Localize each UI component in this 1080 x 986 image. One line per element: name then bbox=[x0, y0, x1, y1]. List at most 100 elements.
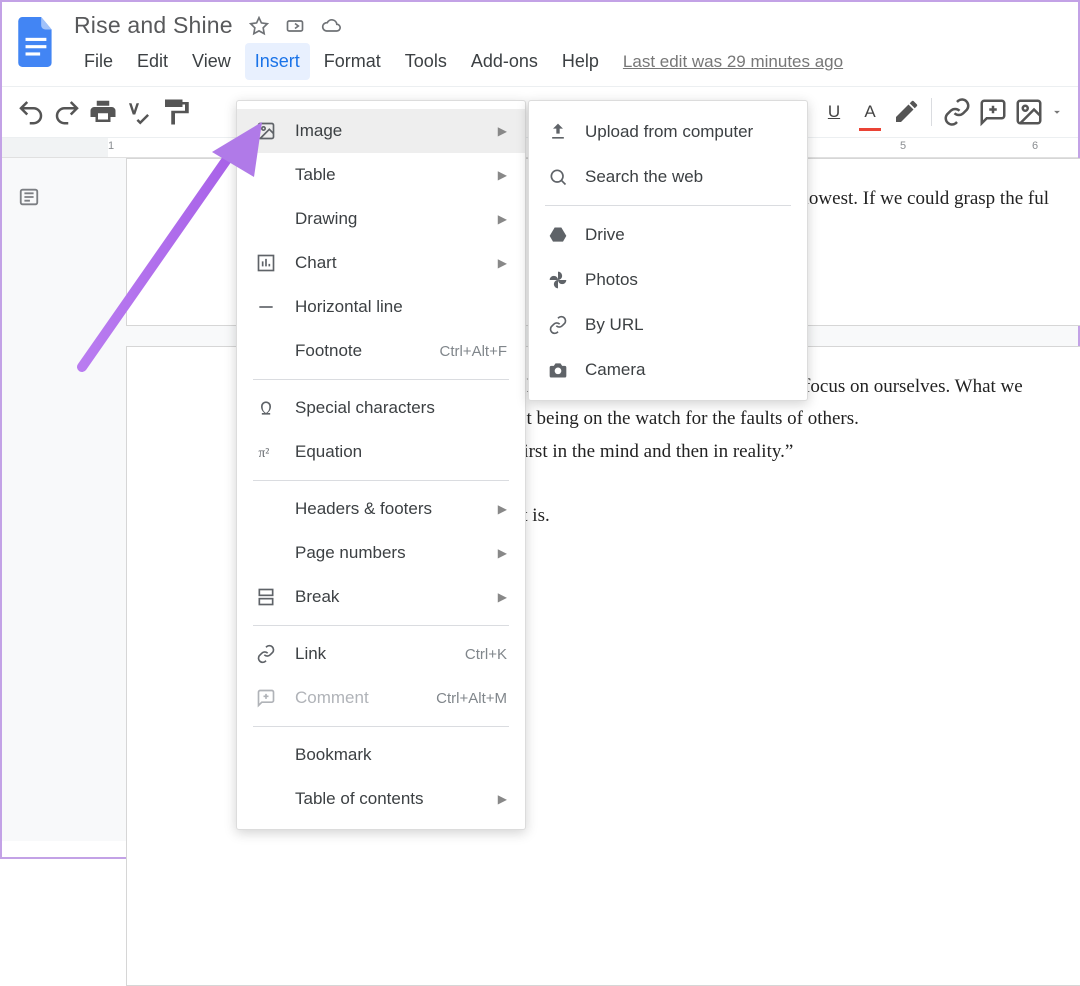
menu-item-label: Upload from computer bbox=[585, 122, 789, 142]
menu-item-label: Table bbox=[295, 165, 480, 185]
outline-toggle-icon[interactable] bbox=[18, 186, 40, 208]
menu-item-label: Camera bbox=[585, 360, 789, 380]
menu-item-label: Comment bbox=[295, 688, 418, 708]
insert-item-comment[interactable]: Comment Ctrl+Alt+M bbox=[237, 676, 525, 720]
toolbar-separator bbox=[931, 98, 932, 126]
link-icon bbox=[547, 315, 569, 335]
menu-divider bbox=[253, 726, 509, 727]
menu-divider bbox=[253, 480, 509, 481]
insert-image-button[interactable] bbox=[1014, 97, 1044, 127]
menu-item-label: Search the web bbox=[585, 167, 789, 187]
menu-item-label: Drawing bbox=[295, 209, 480, 229]
insert-item-headers-footers[interactable]: Headers & footers ▶ bbox=[237, 487, 525, 531]
image-item-drive[interactable]: Drive bbox=[529, 212, 807, 257]
last-edit-link[interactable]: Last edit was 29 minutes ago bbox=[623, 52, 843, 72]
chevron-right-icon: ▶ bbox=[498, 792, 507, 806]
menu-format[interactable]: Format bbox=[314, 43, 391, 80]
menu-edit[interactable]: Edit bbox=[127, 43, 178, 80]
omega-icon bbox=[255, 398, 277, 418]
insert-item-table[interactable]: Table ▶ bbox=[237, 153, 525, 197]
insert-link-button[interactable] bbox=[942, 97, 972, 127]
break-icon bbox=[255, 587, 277, 607]
chevron-right-icon: ▶ bbox=[498, 502, 507, 516]
ruler-mark: 5 bbox=[900, 140, 906, 152]
menu-view[interactable]: View bbox=[182, 43, 241, 80]
image-item-photos[interactable]: Photos bbox=[529, 257, 807, 302]
menu-help[interactable]: Help bbox=[552, 43, 609, 80]
image-icon bbox=[255, 121, 277, 141]
menu-tools[interactable]: Tools bbox=[395, 43, 457, 80]
menu-item-label: Link bbox=[295, 644, 447, 664]
cloud-status-icon[interactable] bbox=[321, 16, 341, 36]
upload-icon bbox=[547, 122, 569, 142]
ruler-mark: 6 bbox=[1032, 140, 1038, 152]
chevron-right-icon: ▶ bbox=[498, 168, 507, 182]
insert-item-chart[interactable]: Chart ▶ bbox=[237, 241, 525, 285]
add-comment-button[interactable] bbox=[978, 97, 1008, 127]
document-title[interactable]: Rise and Shine bbox=[74, 12, 233, 39]
insert-item-table-of-contents[interactable]: Table of contents ▶ bbox=[237, 777, 525, 821]
insert-item-image[interactable]: Image▶ bbox=[237, 109, 525, 153]
document-text: , it is. bbox=[517, 468, 1049, 533]
star-icon[interactable] bbox=[249, 16, 269, 36]
print-button[interactable] bbox=[88, 97, 118, 127]
menu-divider bbox=[253, 625, 509, 626]
insert-item-page-numbers[interactable]: Page numbers ▶ bbox=[237, 531, 525, 575]
paint-format-button[interactable] bbox=[160, 97, 190, 127]
menu-item-label: Photos bbox=[585, 270, 789, 290]
comment-icon bbox=[255, 688, 277, 708]
shortcut-label: Ctrl+Alt+F bbox=[439, 343, 507, 360]
menu-bar: File Edit View Insert Format Tools Add-o… bbox=[74, 43, 843, 80]
pi-icon: π² bbox=[255, 442, 277, 462]
more-toolbar-icon[interactable] bbox=[1050, 97, 1064, 127]
ruler-mark: 1 bbox=[108, 140, 114, 152]
menu-item-label: Table of contents bbox=[295, 789, 480, 809]
insert-item-link[interactable]: Link Ctrl+K bbox=[237, 632, 525, 676]
chevron-right-icon: ▶ bbox=[498, 124, 507, 138]
image-item-by-url[interactable]: By URL bbox=[529, 302, 807, 347]
insert-item-special-characters[interactable]: Special characters bbox=[237, 386, 525, 430]
menu-item-label: Equation bbox=[295, 442, 507, 462]
spellcheck-button[interactable] bbox=[124, 97, 154, 127]
insert-item-drawing[interactable]: Drawing ▶ bbox=[237, 197, 525, 241]
redo-button[interactable] bbox=[52, 97, 82, 127]
text-color-button[interactable]: A bbox=[855, 97, 885, 127]
chevron-right-icon: ▶ bbox=[498, 546, 507, 560]
move-icon[interactable] bbox=[285, 16, 305, 36]
undo-button[interactable] bbox=[16, 97, 46, 127]
svg-text:π²: π² bbox=[259, 445, 270, 460]
chevron-right-icon: ▶ bbox=[498, 256, 507, 270]
chevron-right-icon: ▶ bbox=[498, 212, 507, 226]
insert-item-horizontal-line[interactable]: Horizontal line bbox=[237, 285, 525, 329]
drive-icon bbox=[547, 225, 569, 245]
underline-button[interactable]: U bbox=[819, 97, 849, 127]
menu-item-label: Chart bbox=[295, 253, 480, 273]
link-icon bbox=[255, 644, 277, 664]
menu-item-label: Horizontal line bbox=[295, 297, 507, 317]
highlight-button[interactable] bbox=[891, 97, 921, 127]
menu-divider bbox=[253, 379, 509, 380]
image-item-camera[interactable]: Camera bbox=[529, 347, 807, 392]
menu-insert[interactable]: Insert bbox=[245, 43, 310, 80]
image-submenu: Upload from computer Search the web Drive P… bbox=[528, 100, 808, 401]
menu-item-label: Headers & footers bbox=[295, 499, 480, 519]
insert-item-footnote[interactable]: Footnote Ctrl+Alt+F bbox=[237, 329, 525, 373]
menu-item-label: Page numbers bbox=[295, 543, 480, 563]
docs-logo[interactable] bbox=[14, 12, 60, 72]
menu-divider bbox=[545, 205, 791, 206]
insert-item-break[interactable]: Break▶ bbox=[237, 575, 525, 619]
insert-menu: Image▶ Table ▶ Drawing ▶ Chart ▶ Horizontal lin… bbox=[236, 100, 526, 830]
shortcut-label: Ctrl+K bbox=[465, 646, 507, 663]
hline-icon bbox=[255, 297, 277, 317]
chart-icon bbox=[255, 253, 277, 273]
menu-item-label: Bookmark bbox=[295, 745, 507, 765]
menu-addons[interactable]: Add-ons bbox=[461, 43, 548, 80]
image-item-search-the-web[interactable]: Search the web bbox=[529, 154, 807, 199]
menu-item-label: Footnote bbox=[295, 341, 421, 361]
shortcut-label: Ctrl+Alt+M bbox=[436, 690, 507, 707]
insert-item-equation[interactable]: π² Equation bbox=[237, 430, 525, 474]
insert-item-bookmark[interactable]: Bookmark bbox=[237, 733, 525, 777]
chevron-right-icon: ▶ bbox=[498, 590, 507, 604]
image-item-upload-from-computer[interactable]: Upload from computer bbox=[529, 109, 807, 154]
menu-file[interactable]: File bbox=[74, 43, 123, 80]
